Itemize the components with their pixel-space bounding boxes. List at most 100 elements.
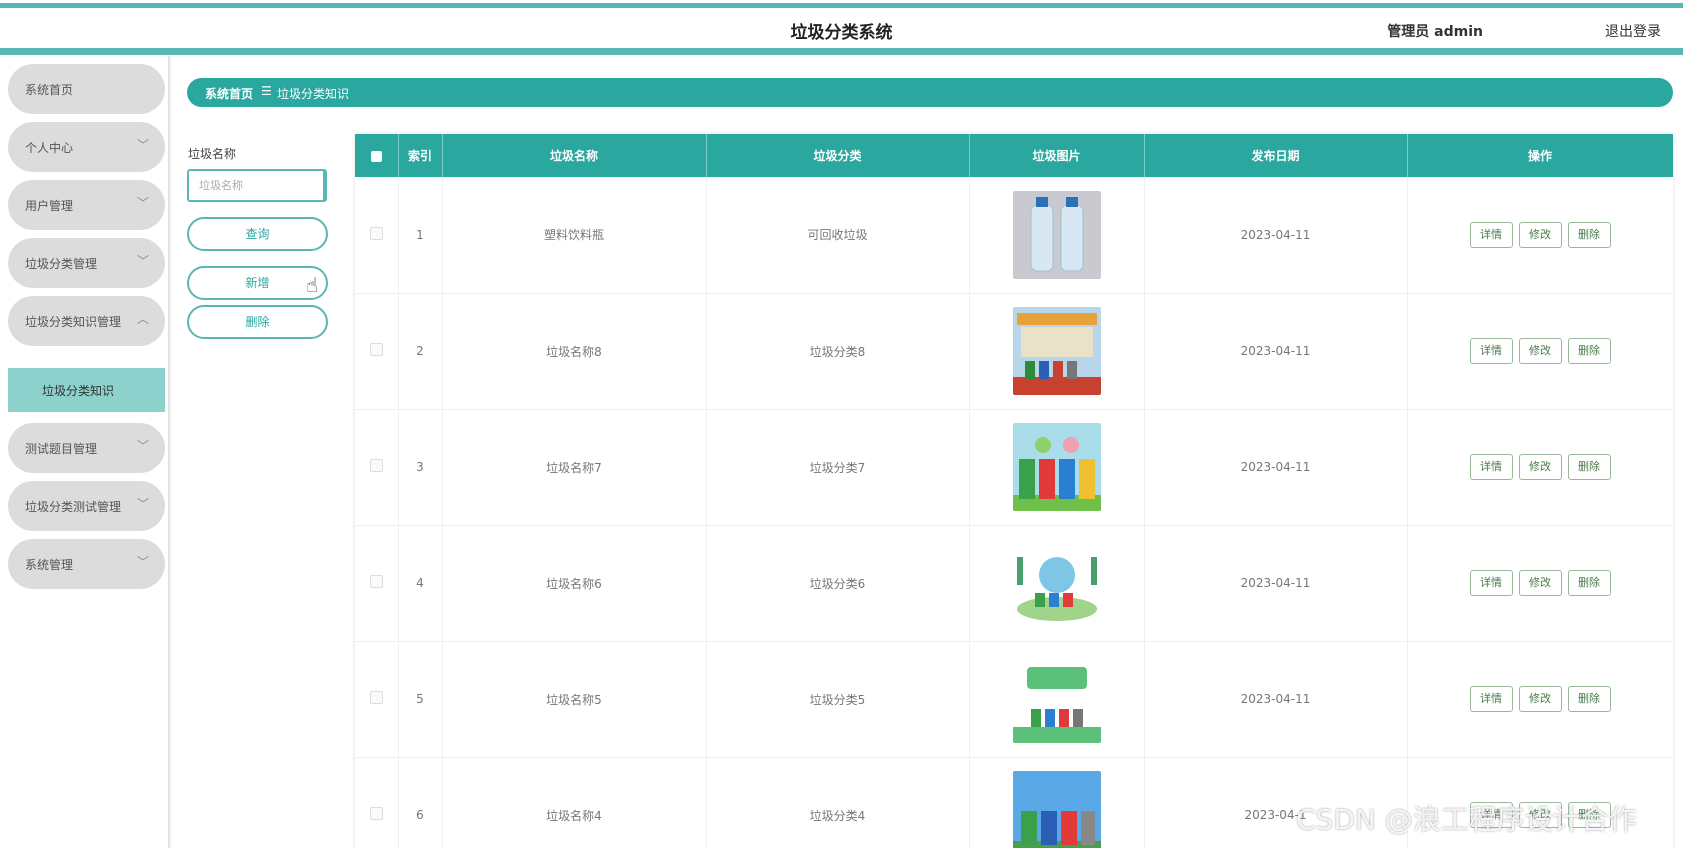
edit-button[interactable]: 修改 <box>1518 686 1562 712</box>
chevron-down-icon: ﹀ <box>136 196 149 210</box>
cell-index: 5 <box>398 641 443 757</box>
detail-button[interactable]: 详情 <box>1469 570 1513 596</box>
table-row: 1 塑料饮料瓶 可回收垃圾 2023-04-11 详情 修改 删除 <box>355 177 1673 293</box>
sidebar-item-label: 垃圾分类管理 <box>25 257 98 271</box>
cell-index: 1 <box>398 177 443 293</box>
delete-button[interactable]: 删除 <box>1567 570 1611 596</box>
chevron-down-icon: ﹀ <box>136 439 149 453</box>
cell-actions: 详情 修改 删除 <box>1407 293 1673 409</box>
edit-button[interactable]: 修改 <box>1518 454 1562 480</box>
cell-index: 3 <box>398 409 443 525</box>
cell-actions: 详情 修改 删除 <box>1407 409 1673 525</box>
name-search-input[interactable] <box>187 169 327 202</box>
cell-category: 垃圾分类4 <box>706 757 970 848</box>
sidebar-subitem-label: 垃圾分类知识 <box>42 384 115 398</box>
delete-button[interactable]: 删除 <box>1567 338 1611 364</box>
header-stripe <box>0 48 1683 55</box>
sidebar-item-tests[interactable]: 垃圾分类测试管理 ﹀ <box>8 481 165 531</box>
cell-name: 塑料饮料瓶 <box>442 177 707 293</box>
sidebar-item-questions[interactable]: 测试题目管理 ﹀ <box>8 423 165 473</box>
sidebar-item-home[interactable]: 系统首页 <box>8 64 165 114</box>
sidebar-item-label: 测试题目管理 <box>25 442 98 456</box>
breadcrumb-home[interactable]: 系统首页 <box>205 85 253 102</box>
query-button[interactable]: 查询 <box>187 217 328 251</box>
chevron-down-icon: ﹀ <box>136 138 149 152</box>
row-checkbox[interactable] <box>355 525 399 641</box>
chevron-down-icon: ﹀ <box>136 555 149 569</box>
row-checkbox[interactable] <box>355 641 399 757</box>
select-all-checkbox[interactable] <box>355 134 399 177</box>
filter-label: 垃圾名称 <box>188 147 237 161</box>
row-checkbox[interactable] <box>355 293 399 409</box>
cell-image <box>969 757 1145 848</box>
cell-image <box>969 641 1145 757</box>
sidebar-item-users[interactable]: 用户管理 ﹀ <box>8 180 165 230</box>
chevron-down-icon: ﹀ <box>136 497 149 511</box>
cell-name: 垃圾名称7 <box>442 409 707 525</box>
row-checkbox[interactable] <box>355 757 399 848</box>
cell-date: 2023-04-11 <box>1144 177 1408 293</box>
chevron-up-icon: ︿ <box>136 312 149 326</box>
cell-category: 垃圾分类8 <box>706 293 970 409</box>
sidebar-item-label: 垃圾分类测试管理 <box>25 500 122 514</box>
cell-image <box>969 409 1145 525</box>
detail-button[interactable]: 详情 <box>1469 338 1513 364</box>
cell-name: 垃圾名称6 <box>442 525 707 641</box>
logout-link[interactable]: 退出登录 <box>1605 21 1661 41</box>
cell-date: 2023-04-11 <box>1144 525 1408 641</box>
table-row: 4 垃圾名称6 垃圾分类6 2023-04-11 详情 修改 删除 <box>355 525 1673 641</box>
sidebar-item-system[interactable]: 系统管理 ﹀ <box>8 539 165 589</box>
detail-button[interactable]: 详情 <box>1469 221 1513 248</box>
data-table: 索引 垃圾名称 垃圾分类 垃圾图片 发布日期 操作 1 塑料饮料瓶 可回收垃圾 <box>355 134 1673 848</box>
col-header-category: 垃圾分类 <box>706 134 970 177</box>
sorting-station-image[interactable] <box>1012 307 1101 395</box>
sidebar-item-label: 系统首页 <box>25 83 74 97</box>
row-checkbox[interactable] <box>355 177 399 293</box>
delete-button[interactable]: 删除 <box>1567 454 1611 480</box>
col-header-image: 垃圾图片 <box>969 134 1145 177</box>
detail-button[interactable]: 详情 <box>1469 686 1513 712</box>
col-header-name: 垃圾名称 <box>442 134 707 177</box>
cell-date: 2023-04-11 <box>1144 293 1408 409</box>
cell-date: 2023-04-11 <box>1144 641 1408 757</box>
sidebar-subitem-knowledge[interactable]: 垃圾分类知识 <box>8 368 165 412</box>
cell-name: 垃圾名称8 <box>442 293 707 409</box>
table-row: 2 垃圾名称8 垃圾分类8 2023-04-11 详情 修改 删除 <box>355 293 1673 409</box>
cell-image <box>969 293 1145 409</box>
sorting-poster-image[interactable] <box>1012 655 1101 743</box>
cartoon-bins-image[interactable] <box>1012 771 1101 848</box>
row-checkbox[interactable] <box>355 409 399 525</box>
edit-button[interactable]: 修改 <box>1518 221 1562 248</box>
cell-actions: 详情 修改 删除 <box>1407 177 1673 293</box>
sidebar-item-category-mgmt[interactable]: 垃圾分类管理 ﹀ <box>8 238 165 288</box>
breadcrumb-separator-icon: ☰ <box>261 84 272 98</box>
table-row: 5 垃圾名称5 垃圾分类5 2023-04-11 详情 修改 删除 <box>355 641 1673 757</box>
sidebar-item-knowledge-mgmt[interactable]: 垃圾分类知识管理 ︿ <box>8 296 165 346</box>
sidebar-shadow <box>168 56 172 848</box>
user-label: 管理员 admin <box>1387 24 1483 40</box>
top-stripe <box>0 3 1683 8</box>
col-header-date: 发布日期 <box>1144 134 1408 177</box>
sidebar-item-personal[interactable]: 个人中心 ﹀ <box>8 122 165 172</box>
cell-category: 垃圾分类7 <box>706 409 970 525</box>
plastic-bottles-image[interactable] <box>1012 190 1101 279</box>
chevron-down-icon: ﹀ <box>136 254 149 268</box>
cell-actions: 详情 修改 删除 <box>1407 641 1673 757</box>
detail-button[interactable]: 详情 <box>1469 454 1513 480</box>
earth-bins-image[interactable] <box>1012 539 1101 627</box>
hand-cursor-icon: ☝ <box>306 273 319 297</box>
batch-delete-button[interactable]: 删除 <box>187 305 328 339</box>
cell-name: 垃圾名称4 <box>442 757 707 848</box>
cell-date: 2023-04-11 <box>1144 409 1408 525</box>
sidebar-item-label: 垃圾分类知识管理 <box>25 315 122 329</box>
col-header-index: 索引 <box>398 134 443 177</box>
sidebar-item-label: 系统管理 <box>25 558 74 572</box>
delete-button[interactable]: 删除 <box>1567 221 1611 248</box>
edit-button[interactable]: 修改 <box>1518 338 1562 364</box>
edit-button[interactable]: 修改 <box>1518 570 1562 596</box>
sidebar-item-label: 个人中心 <box>25 141 74 155</box>
colorful-bins-image[interactable] <box>1012 423 1101 511</box>
cell-category: 可回收垃圾 <box>706 177 970 293</box>
cell-name: 垃圾名称5 <box>442 641 707 757</box>
delete-button[interactable]: 删除 <box>1567 686 1611 712</box>
